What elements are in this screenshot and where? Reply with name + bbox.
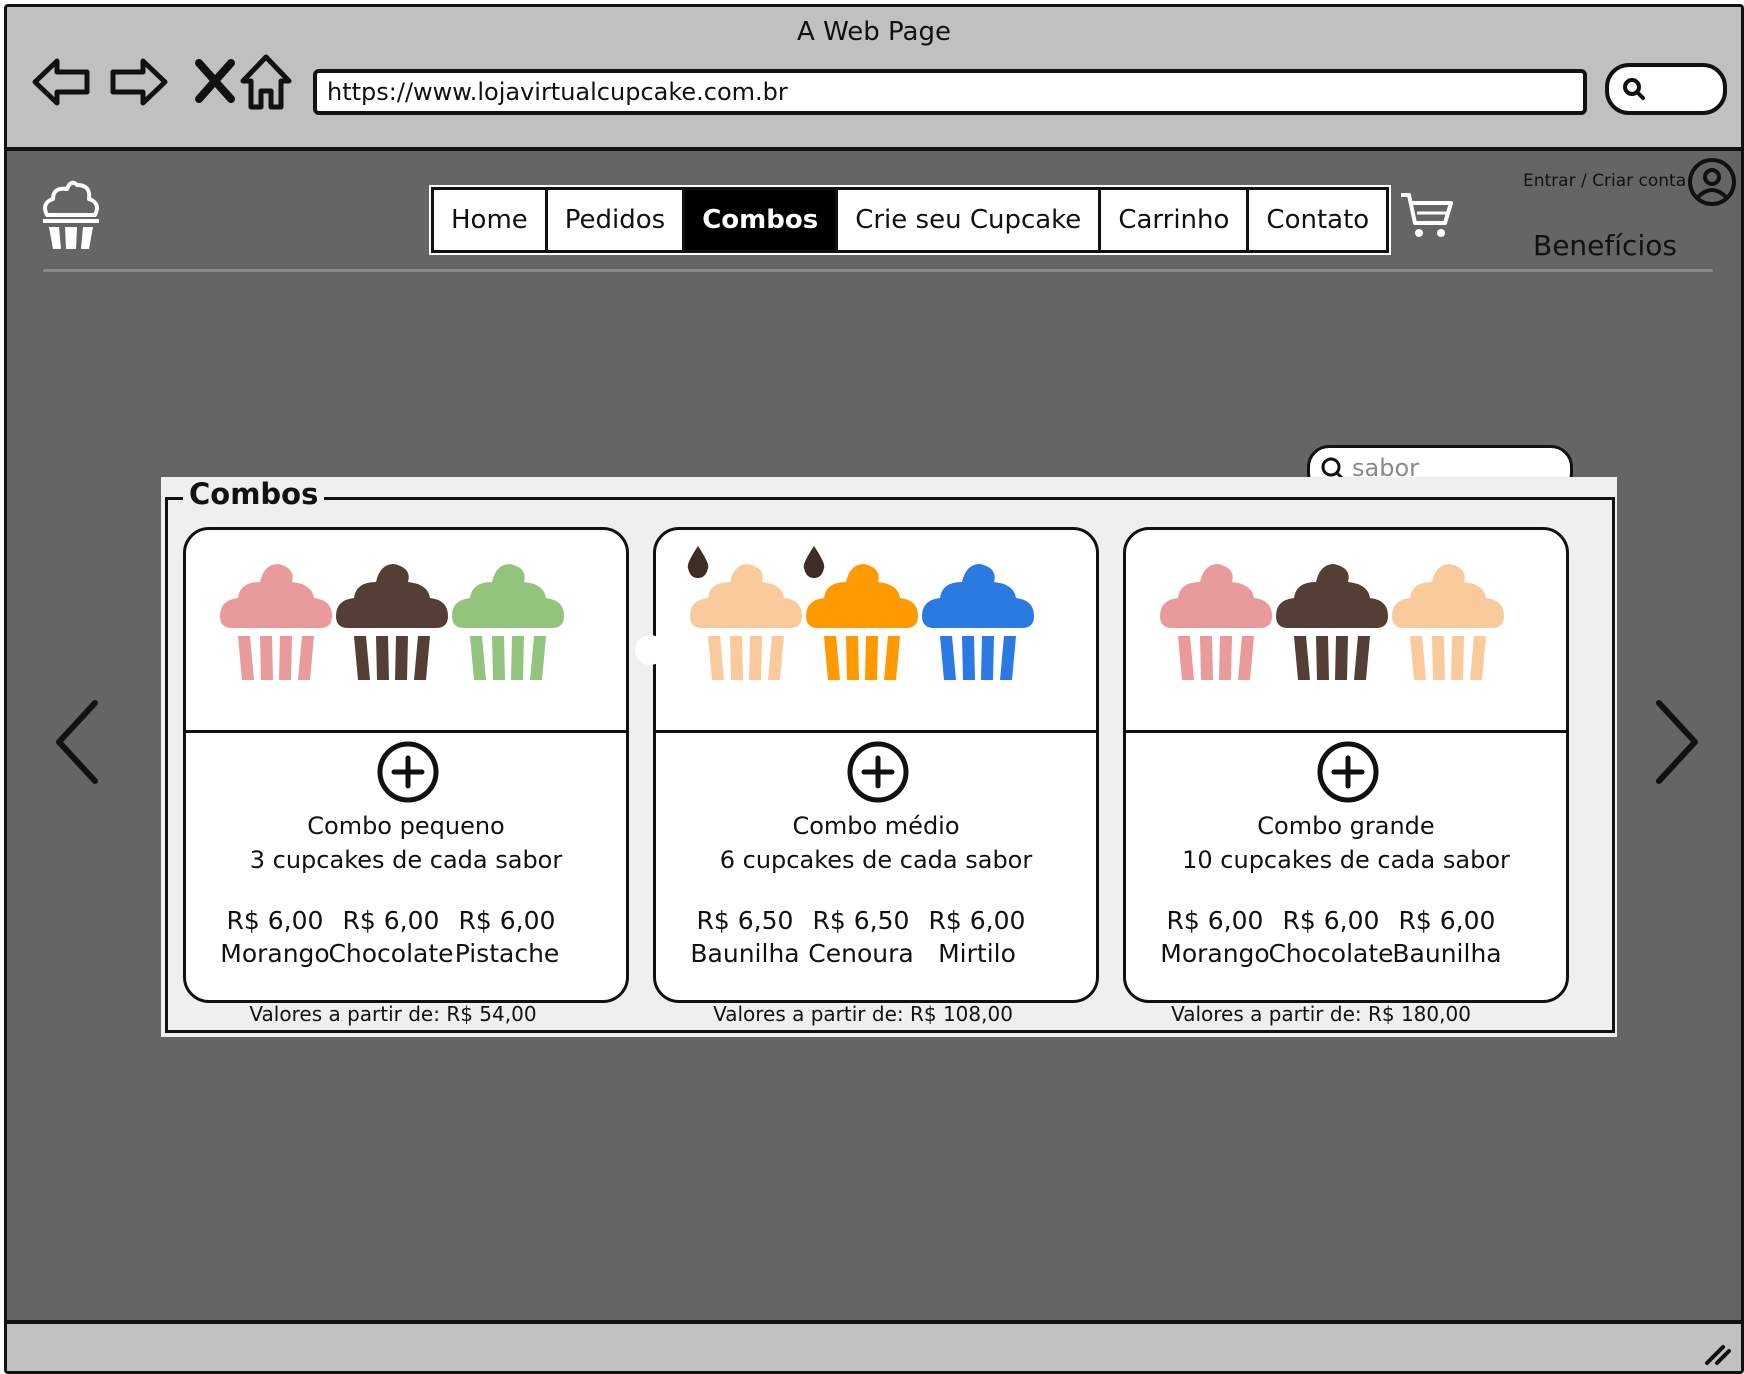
back-icon[interactable] [31, 51, 93, 113]
combo-subtitle: 10 cupcakes de cada sabor [1182, 846, 1510, 874]
flavor-name: Chocolate [328, 939, 454, 968]
card-divider [1126, 730, 1566, 733]
combo-card[interactable]: Combo grande 10 cupcakes de cada sabor R$ … [1123, 527, 1569, 1003]
browser-search-field[interactable] [1605, 63, 1727, 115]
plus-circle-icon[interactable] [376, 740, 440, 804]
browser-toolbar: A Web Page https://www.lojavirtualcupcak… [7, 7, 1741, 151]
flavor-price: R$ 6,00 Morango [1150, 904, 1280, 970]
drop-icon [687, 546, 709, 578]
price-value: R$ 6,00 [226, 906, 324, 935]
card-divider [186, 730, 626, 733]
cupcake-icon [806, 564, 918, 680]
combos-title: Combos [183, 477, 325, 511]
flavor-name: Morango [220, 939, 330, 968]
cupcake-icon [336, 564, 448, 680]
login-link[interactable]: Entrar / Criar conta [1523, 171, 1686, 191]
price-value: R$ 6,00 [928, 906, 1026, 935]
price-value: R$ 6,00 [1282, 906, 1380, 935]
cupcake-icon [1392, 564, 1504, 680]
plus-circle-icon[interactable] [1316, 740, 1380, 804]
flavor-price: R$ 6,00 Chocolate [326, 904, 456, 970]
combo-footer-price: Valores a partir de: R$ 108,00 [713, 1002, 1013, 1026]
resize-grip-icon[interactable] [1703, 1337, 1733, 1367]
window-title: A Web Page [797, 17, 951, 47]
cupcake-icon [922, 564, 1034, 680]
flavor-price: R$ 6,00 Morango [210, 904, 340, 970]
plus-circle-icon[interactable] [846, 740, 910, 804]
menu-item-crie-seu-cupcake[interactable]: Crie seu Cupcake [838, 190, 1102, 250]
menu-item-pedidos[interactable]: Pedidos [548, 190, 686, 250]
flavor-name: Cenoura [808, 939, 914, 968]
header-divider [43, 269, 1713, 272]
price-value: R$ 6,00 [458, 906, 556, 935]
menu-item-home[interactable]: Home [434, 190, 548, 250]
flavor-price: R$ 6,00 Pistache [442, 904, 572, 970]
chevron-left-icon[interactable] [51, 697, 111, 787]
combo-title: Combo pequeno [307, 812, 505, 840]
flavor-name: Morango [1160, 939, 1270, 968]
flavor-name: Baunilha [690, 939, 800, 968]
menu-item-combos[interactable]: Combos [685, 190, 839, 250]
flavor-name: Baunilha [1392, 939, 1502, 968]
flavor-price: R$ 6,50 Baunilha [680, 904, 810, 970]
card-divider [656, 730, 1096, 733]
chevron-right-icon[interactable] [1643, 697, 1703, 787]
flavor-name: Mirtilo [938, 939, 1016, 968]
combos-panel: Combos Combo pequeno 3 cupcakes de cada s… [161, 477, 1617, 1037]
price-value: R$ 6,00 [1166, 906, 1264, 935]
price-value: R$ 6,00 [342, 906, 440, 935]
cart-icon[interactable] [1399, 191, 1453, 241]
combo-subtitle: 6 cupcakes de cada sabor [719, 846, 1033, 874]
combo-title: Combo grande [1257, 812, 1435, 840]
cupcake-icon [1276, 564, 1388, 680]
main-menu: Home Pedidos Combos Crie seu Cupcake Car… [431, 187, 1390, 253]
slider-handle[interactable] [635, 635, 665, 665]
flavor-price: R$ 6,00 Chocolate [1266, 904, 1396, 970]
menu-item-contato[interactable]: Contato [1249, 190, 1386, 250]
combo-card[interactable]: Combo médio 6 cupcakes de cada sabor R$ 6,… [653, 527, 1099, 1003]
price-value: R$ 6,50 [696, 906, 794, 935]
benefits-link[interactable]: Benefícios [1533, 229, 1677, 262]
combo-footer-price: Valores a partir de: R$ 54,00 [249, 1002, 537, 1026]
cupcake-icon [220, 564, 332, 680]
cupcake-icon [452, 564, 564, 680]
flavor-price: R$ 6,00 Baunilha [1382, 904, 1512, 970]
forward-icon[interactable] [107, 51, 169, 113]
menu-item-carrinho[interactable]: Carrinho [1101, 190, 1250, 250]
combo-title: Combo médio [792, 812, 960, 840]
cupcake-icon [1160, 564, 1272, 680]
cupcake-icon [690, 564, 802, 680]
status-bar [7, 1320, 1741, 1371]
combo-subtitle: 3 cupcakes de cada sabor [249, 846, 563, 874]
flavor-name: Pistache [454, 939, 560, 968]
browser-window: A Web Page https://www.lojavirtualcupcak… [4, 4, 1744, 1374]
price-value: R$ 6,00 [1398, 906, 1496, 935]
drop-icon [803, 546, 825, 578]
price-value: R$ 6,50 [812, 906, 910, 935]
url-bar[interactable]: https://www.lojavirtualcupcake.com.br [313, 69, 1587, 115]
user-circle-icon[interactable] [1687, 157, 1737, 207]
flavor-price: R$ 6,50 Cenoura [796, 904, 926, 970]
combo-card[interactable]: Combo pequeno 3 cupcakes de cada sabor R$ … [183, 527, 629, 1003]
flavor-price: R$ 6,00 Mirtilo [912, 904, 1042, 970]
combo-footer-price: Valores a partir de: R$ 180,00 [1171, 1002, 1471, 1026]
cupcake-logo-icon[interactable] [39, 179, 103, 251]
flavor-name: Chocolate [1268, 939, 1394, 968]
search-icon [1623, 78, 1645, 100]
home-icon[interactable] [235, 51, 297, 113]
